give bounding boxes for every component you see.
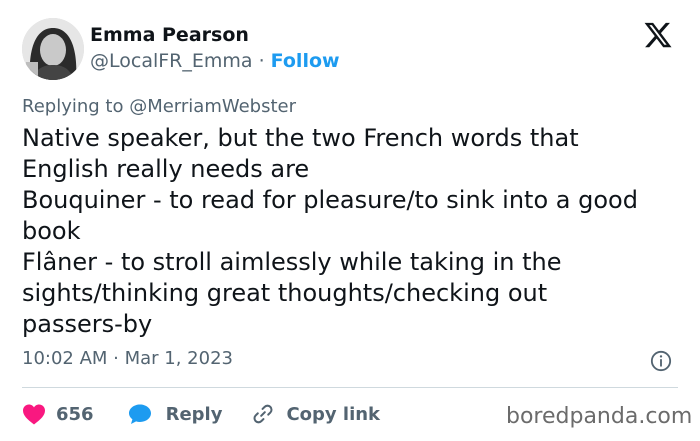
reply-mention-link[interactable]: @MerriamWebster [129, 96, 296, 117]
tweet-timestamp[interactable]: 10:02 AM · Mar 1, 2023 [22, 348, 233, 369]
handle-separator: · [252, 50, 271, 72]
action-bar: 656 Reply Copy link [22, 400, 380, 428]
likes-count: 656 [56, 403, 94, 425]
author-handle[interactable]: @LocalFR_Emma [90, 50, 253, 72]
reply-context: Replying to @MerriamWebster [22, 96, 296, 117]
speech-bubble-icon [128, 404, 151, 424]
author-name[interactable]: Emma Pearson [90, 24, 249, 46]
reply-button[interactable]: Reply [128, 403, 223, 425]
author-handle-row: @LocalFR_Emma · Follow [90, 50, 340, 72]
copy-link-label: Copy link [286, 403, 381, 425]
heart-icon [23, 404, 45, 425]
reply-context-prefix: Replying to [22, 96, 130, 117]
x-logo-icon[interactable] [641, 20, 675, 50]
like-button[interactable]: 656 [22, 403, 94, 425]
avatar[interactable] [22, 18, 84, 80]
info-icon[interactable] [650, 350, 672, 372]
link-icon [253, 404, 273, 424]
reply-label: Reply [165, 403, 223, 425]
follow-button[interactable]: Follow [271, 50, 340, 72]
divider [22, 387, 678, 388]
watermark: boredpanda.com [506, 404, 693, 429]
tweet-text: Native speaker, but the two French words… [22, 124, 638, 338]
copy-link-button[interactable]: Copy link [252, 403, 380, 425]
